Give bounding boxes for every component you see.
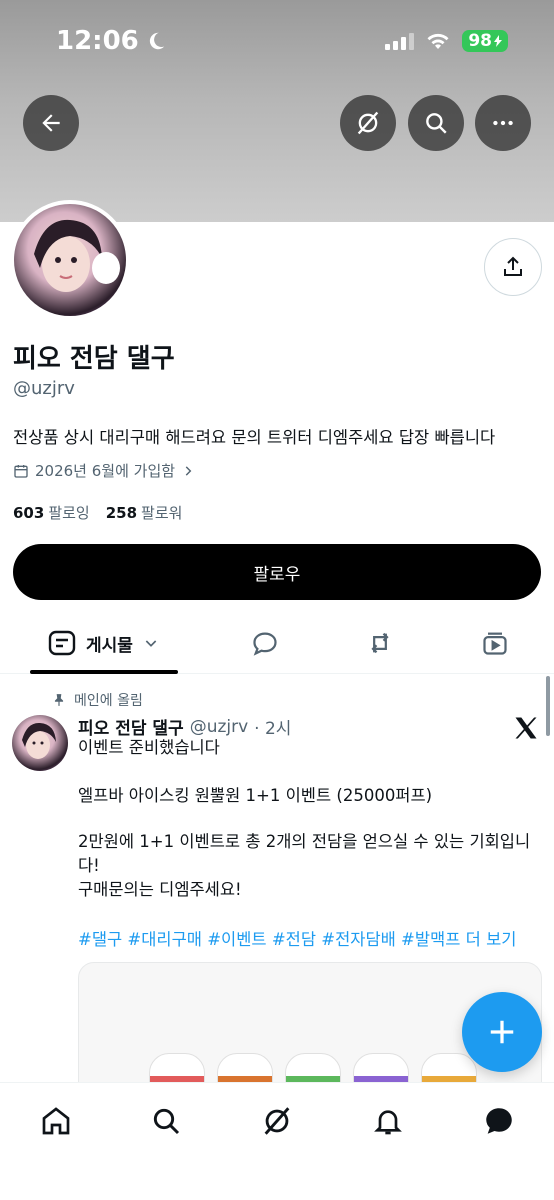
nav-notifications[interactable] — [368, 1101, 408, 1141]
post-line-4: 다! — [78, 856, 100, 875]
status-right: 98 — [385, 30, 508, 52]
message-icon — [486, 1108, 512, 1134]
pin-icon — [54, 694, 64, 706]
scrollbar[interactable] — [546, 676, 550, 736]
plus-icon — [490, 1020, 514, 1044]
nav-grok[interactable] — [257, 1101, 297, 1141]
active-tab-indicator — [30, 670, 178, 674]
follow-button[interactable]: 팔로우 — [13, 544, 541, 600]
post-author-avatar[interactable] — [12, 715, 68, 771]
post-line-5: 구매문의는 디엠주세요! — [78, 880, 242, 899]
signal-icon — [385, 32, 415, 50]
post-header: 피오 전담 댈구 @uzjrv · 2시 — [78, 714, 292, 740]
tab-posts[interactable]: 게시물 — [48, 614, 159, 672]
tab-reposts[interactable] — [364, 614, 396, 672]
follow-stats: 603 팔로잉 258 팔로워 — [13, 502, 182, 523]
post-author-handle[interactable]: @uzjrv — [190, 717, 248, 737]
chevron-down-icon — [145, 640, 157, 647]
search-icon — [426, 113, 447, 134]
post-line-1: 이벤트 준비했습니다 — [78, 738, 220, 757]
reply-icon — [253, 632, 277, 656]
post-line-3: 2만원에 1+1 이벤트로 총 2개의 전담을 얻으실 수 있는 기회입니 — [78, 832, 531, 851]
profile-tabs: 게시물 — [0, 614, 554, 674]
charging-icon — [494, 35, 502, 47]
more-icon — [493, 120, 513, 126]
calendar-icon — [14, 464, 28, 478]
posts-tab-icon — [48, 630, 76, 656]
grok-icon — [264, 1107, 290, 1135]
profile-joined[interactable]: 2026년 6월에 가입함 — [13, 460, 195, 481]
search-icon — [153, 1108, 180, 1135]
nav-messages[interactable] — [479, 1101, 519, 1141]
bell-icon — [374, 1110, 402, 1135]
post-hashtags[interactable]: #댈구 #대리구매 #이벤트 #전담 #전자담배 #발맥프 더 보기 — [78, 926, 516, 950]
battery-indicator: 98 — [462, 30, 508, 52]
tab-replies[interactable] — [250, 614, 280, 672]
home-icon — [42, 1107, 70, 1135]
nav-home[interactable] — [36, 1101, 76, 1141]
post-author-name[interactable]: 피오 전담 댈구 — [78, 714, 184, 739]
post-time: · 2시 — [254, 719, 292, 739]
profile-bio: 전상품 상시 대리구매 해드려요 문의 트위터 디엠주세요 답장 빠릅니다 — [13, 428, 496, 447]
nav-search[interactable] — [146, 1101, 186, 1141]
media-icon — [483, 632, 507, 655]
tab-media[interactable] — [480, 614, 510, 672]
repost-icon — [371, 632, 389, 654]
bottom-nav — [0, 1082, 554, 1200]
more-button[interactable] — [475, 95, 531, 151]
chevron-right-icon — [185, 465, 192, 476]
share-button[interactable] — [484, 238, 542, 296]
moon-icon — [149, 32, 165, 50]
back-button[interactable] — [23, 95, 79, 151]
profile-display-name: 피오 전담 댈구 — [13, 344, 175, 374]
post-line-2: 엘프바 아이스킹 원뿔원 1+1 이벤트 (25000퍼프) — [78, 786, 433, 805]
profile-handle: @uzjrv — [13, 378, 75, 399]
search-button[interactable] — [408, 95, 464, 151]
arrow-left-icon — [42, 114, 60, 132]
status-time: 12:06 — [56, 26, 167, 56]
post-avatar-image — [22, 722, 56, 759]
compose-button[interactable] — [462, 992, 542, 1072]
following-link[interactable]: 603 팔로잉 — [13, 502, 90, 523]
profile-avatar[interactable] — [10, 200, 130, 320]
status-bar: 12:06 98 — [0, 0, 554, 84]
grok-button[interactable] — [340, 95, 396, 151]
pinned-indicator: 메인에 올림 — [52, 690, 143, 710]
followers-link[interactable]: 258 팔로워 — [106, 502, 183, 523]
share-icon — [504, 256, 522, 276]
wifi-icon — [427, 33, 449, 49]
grok-icon — [357, 111, 379, 135]
avatar-image — [34, 219, 120, 292]
